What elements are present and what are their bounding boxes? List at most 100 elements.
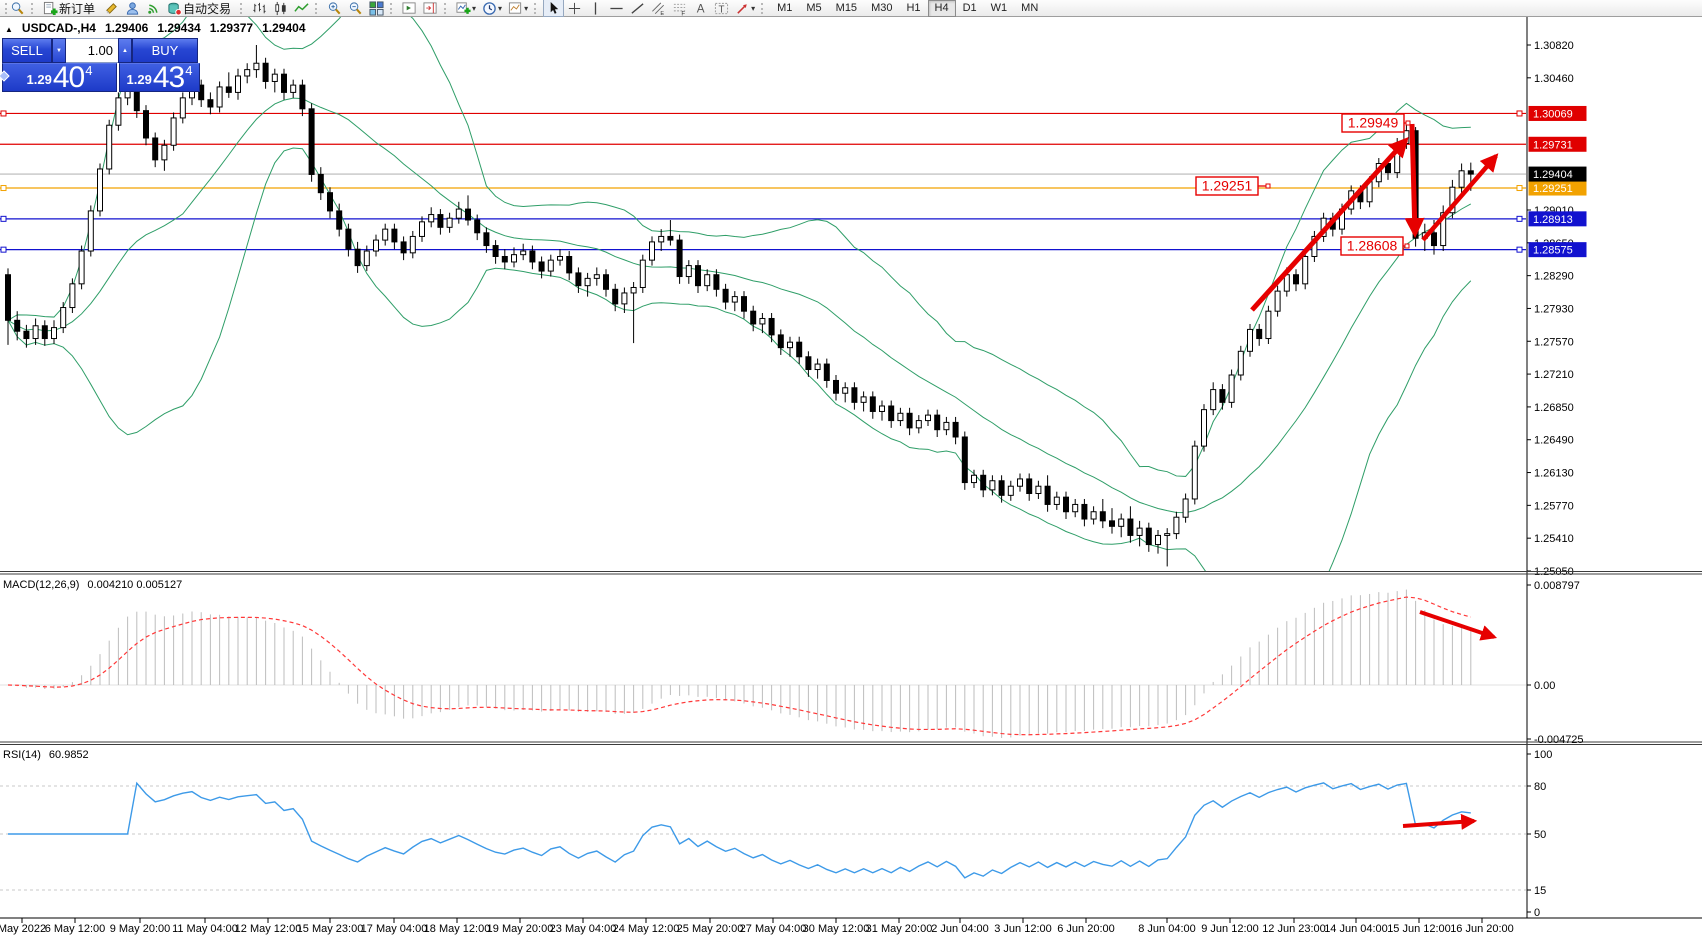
- svg-text:50: 50: [1534, 829, 1546, 841]
- svg-text:F: F: [681, 10, 685, 15]
- timeframe-D1-button[interactable]: D1: [956, 0, 984, 17]
- vertical-line-tool-button[interactable]: [585, 0, 606, 17]
- drawing-annotations[interactable]: 1.299491.292511.28608: [1196, 114, 1496, 826]
- zoomout-icon: [348, 1, 363, 16]
- trendline-icon: [630, 1, 645, 16]
- volume-input[interactable]: [66, 38, 118, 63]
- buy-button[interactable]: BUY: [132, 38, 198, 63]
- signals-button[interactable]: [143, 0, 164, 17]
- zoom-out-button[interactable]: [345, 0, 366, 17]
- periods-button[interactable]: ▾: [479, 0, 505, 17]
- svg-text:E: E: [660, 11, 664, 16]
- sell-button[interactable]: SELL: [2, 38, 52, 63]
- timeframe-MN-button[interactable]: MN: [1014, 0, 1045, 17]
- horizontal-line-tool-button[interactable]: [606, 0, 627, 17]
- svg-text:9 May 20:00: 9 May 20:00: [110, 923, 171, 935]
- volume-increase-button[interactable]: ▲: [118, 38, 132, 63]
- ohlc-open: 1.29406: [105, 21, 148, 35]
- fibonacci-tool-button[interactable]: F: [669, 0, 690, 17]
- timeframe-H4-button[interactable]: H4: [928, 0, 956, 17]
- zoomin-icon: [327, 1, 342, 16]
- timeframe-M15-button[interactable]: M15: [829, 0, 864, 17]
- sell-price-display[interactable]: 1.29 40 4: [2, 63, 117, 92]
- tile-icon: [369, 1, 384, 16]
- line-chart-mode-button[interactable]: [291, 0, 312, 17]
- svg-text:1.28290: 1.28290: [1534, 271, 1574, 283]
- clock-icon: [482, 1, 497, 16]
- svg-text:1.27210: 1.27210: [1534, 369, 1574, 381]
- sell-price-point: 4: [85, 63, 92, 78]
- new-order-button[interactable]: 新订单: [40, 0, 101, 17]
- svg-text:T: T: [719, 4, 725, 15]
- zoom-in-button[interactable]: [324, 0, 345, 17]
- timeframe-M5-button[interactable]: M5: [799, 0, 828, 17]
- chevron-up-icon: ▲: [122, 48, 128, 54]
- collapse-triangle-icon[interactable]: ▲: [5, 25, 13, 34]
- svg-text:1.29949: 1.29949: [1348, 115, 1399, 131]
- svg-text:9 Jun 12:00: 9 Jun 12:00: [1201, 923, 1259, 935]
- rsi-indicator-label: RSI(14) 60.9852: [3, 749, 89, 761]
- symbol-name: USDCAD-,H4: [22, 21, 96, 35]
- volume-decrease-button[interactable]: ▼: [52, 38, 66, 63]
- svg-text:11 May 04:00: 11 May 04:00: [172, 923, 238, 935]
- templates-button[interactable]: ▾: [505, 0, 531, 17]
- horizontal-level-lines[interactable]: [0, 111, 1526, 252]
- timeframe-W1-button[interactable]: W1: [984, 0, 1015, 17]
- svg-text:1.30069: 1.30069: [1533, 108, 1573, 120]
- toolbar: 新订单 自动交易 ▾ ▾ ▾ E FAT ▾ M1M5M15M30H1H4D1W1MN: [0, 0, 1702, 17]
- time-axis[interactable]: May 20226 May 12:009 May 20:0011 May 04:…: [0, 918, 1702, 935]
- bar-chart-mode-button[interactable]: [249, 0, 270, 17]
- magnifier-icon: [10, 1, 25, 16]
- svg-text:100: 100: [1534, 749, 1552, 761]
- text-tool-button[interactable]: A: [690, 0, 711, 17]
- chevron-down-icon: ▾: [524, 4, 528, 13]
- timeframe-M30-button[interactable]: M30: [864, 0, 899, 17]
- market-watch-button[interactable]: [7, 0, 28, 17]
- svg-text:23 May 04:00: 23 May 04:00: [550, 923, 617, 935]
- styler-button[interactable]: [101, 0, 122, 17]
- crosshair-tool-button[interactable]: [564, 0, 585, 17]
- toolbar-grip: [761, 3, 766, 14]
- tile-windows-button[interactable]: [366, 0, 387, 17]
- crosshair-icon: [567, 1, 582, 16]
- toolbar-grip: [240, 3, 245, 14]
- svg-text:16 Jun 20:00: 16 Jun 20:00: [1450, 923, 1514, 935]
- svg-text:1.29251: 1.29251: [1202, 178, 1253, 194]
- macd-axis: 0.0087970.00-0.004725: [1527, 580, 1584, 746]
- sell-price-prefix: 1.29: [27, 72, 52, 87]
- rsi-title: RSI(14): [3, 749, 41, 761]
- chevron-down-icon: ▾: [498, 4, 502, 13]
- equidistant-channel-tool-button[interactable]: E: [648, 0, 669, 17]
- text-label-tool-button[interactable]: T: [711, 0, 732, 17]
- svg-text:1.27570: 1.27570: [1534, 336, 1574, 348]
- svg-text:12 May 12:00: 12 May 12:00: [235, 923, 302, 935]
- rsi-panel: [0, 783, 1527, 890]
- chart-shift-button[interactable]: [420, 0, 441, 17]
- auto-trading-button[interactable]: 自动交易: [164, 0, 237, 17]
- rsi-value: 60.9852: [49, 749, 89, 761]
- svg-text:30 May 12:00: 30 May 12:00: [803, 923, 870, 935]
- timeframe-M1-button[interactable]: M1: [770, 0, 799, 17]
- panel-separators[interactable]: [0, 572, 1702, 745]
- ohlc-high: 1.29434: [157, 21, 200, 35]
- svg-text:24 May 12:00: 24 May 12:00: [613, 923, 680, 935]
- indicators-list-button[interactable]: ▾: [453, 0, 479, 17]
- timeframe-H1-button[interactable]: H1: [899, 0, 927, 17]
- svg-text:15: 15: [1534, 885, 1546, 897]
- buy-price-point: 4: [185, 63, 192, 78]
- svg-text:1.27930: 1.27930: [1534, 303, 1574, 315]
- trendline-tool-button[interactable]: [627, 0, 648, 17]
- toolbar-grip: [390, 3, 395, 14]
- auto-scroll-button[interactable]: [399, 0, 420, 17]
- auto-trading-label: 自动交易: [183, 0, 231, 17]
- arrows-tool-button[interactable]: ▾: [732, 0, 758, 17]
- buy-price-prefix: 1.29: [127, 72, 152, 87]
- buy-price-display[interactable]: 1.29 43 4: [119, 63, 200, 92]
- svg-text:0.00: 0.00: [1534, 680, 1555, 692]
- mql5-community-button[interactable]: [122, 0, 143, 17]
- cursor-tool-button[interactable]: [543, 0, 564, 17]
- cursor-icon: [546, 1, 561, 16]
- rsi-axis: 1008050150: [1527, 749, 1552, 919]
- candlestick-mode-button[interactable]: [270, 0, 291, 17]
- price-chart-canvas[interactable]: 1.308201.304601.290101.286501.282901.279…: [0, 0, 1702, 937]
